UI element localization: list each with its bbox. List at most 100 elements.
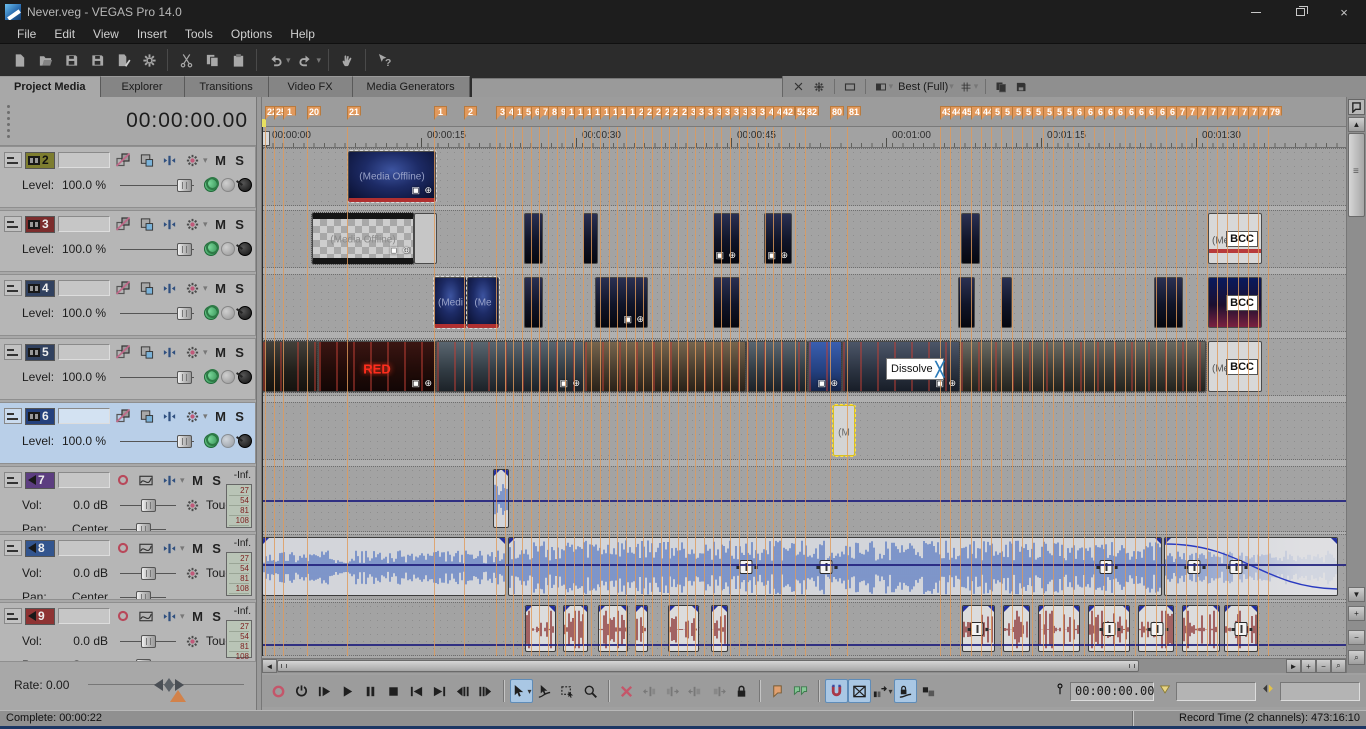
composite-mode-icon[interactable] <box>204 177 219 192</box>
tab-transitions[interactable]: Transitions <box>184 76 269 97</box>
track-number-badge[interactable]: 3 <box>25 215 55 233</box>
timeline-track-row-3[interactable]: (Media Offline) ▣ ⊕ ▣ ⊕ ▣ ⊕ (Med BCC <box>262 210 1346 268</box>
timeline-event[interactable]: RED ▣ ⊕ <box>317 340 437 393</box>
gain-handle[interactable] <box>736 559 753 574</box>
track-header-6[interactable]: 6 ▾ M S Level: 100.0 % <box>0 402 256 464</box>
trim-end-button[interactable] <box>661 679 684 703</box>
interactive-tutorials-button[interactable] <box>334 47 360 73</box>
mute-button[interactable]: M <box>213 344 229 360</box>
rate-slider[interactable] <box>88 678 244 692</box>
track-header-2[interactable]: 2 ▾ M S Level: 100.0 % <box>0 146 256 208</box>
gain-handle[interactable] <box>1147 621 1164 636</box>
timeline-event[interactable] <box>959 340 1207 393</box>
save-project-as-button[interactable] <box>84 47 110 73</box>
timeline-event[interactable] <box>1003 605 1030 652</box>
cursor-time-display[interactable]: 00:00:00.00 <box>126 109 248 133</box>
menu-view[interactable]: View <box>84 25 128 43</box>
track-header-5[interactable]: 5 ▾ M S Level: 100.0 % <box>0 338 256 400</box>
timeline-track-row-9[interactable] <box>262 602 1346 656</box>
track-envelope-button[interactable] <box>136 607 156 625</box>
timeline-event[interactable] <box>958 277 975 328</box>
minimize-button[interactable] <box>1234 0 1278 24</box>
slip-trim-left-button[interactable] <box>684 679 707 703</box>
level-slider-thumb[interactable] <box>177 178 192 192</box>
vol-slider-thumb[interactable] <box>141 498 156 512</box>
solo-button[interactable]: S <box>209 472 225 488</box>
track-header-3[interactable]: 3 ▾ M S Level: 100.0 % <box>0 210 256 272</box>
automation-settings-button[interactable] <box>182 564 202 582</box>
bypass-fx-icon[interactable] <box>238 306 252 320</box>
mute-button[interactable]: M <box>190 608 206 624</box>
bypass-fx-icon[interactable] <box>238 242 252 256</box>
timeline-event[interactable] <box>262 537 506 596</box>
envelope-edit-tool-button[interactable] <box>533 679 556 703</box>
automation-settings-button[interactable] <box>182 215 202 233</box>
automation-dropdown[interactable]: ▾ <box>203 155 208 166</box>
zoom-in-track-button[interactable]: + <box>1348 606 1365 621</box>
grid-overlay-button[interactable] <box>956 78 976 96</box>
timeline-event[interactable]: ▣ ⊕ <box>595 277 648 328</box>
blur-bypass-button[interactable] <box>113 151 133 169</box>
arm-for-record-button[interactable] <box>113 539 133 557</box>
timeline-event[interactable]: ▣ ⊕ <box>713 213 740 264</box>
track-name-field[interactable] <box>58 216 110 232</box>
redo-button[interactable] <box>293 47 319 73</box>
pan-slider-thumb[interactable] <box>136 522 151 531</box>
timeline-event[interactable] <box>563 605 588 652</box>
auto-ripple-dropdown[interactable]: ▾ <box>888 687 892 696</box>
pan-dropdown[interactable]: ▾ <box>180 475 185 486</box>
bypass-fx-icon[interactable] <box>238 178 252 192</box>
gain-handle[interactable] <box>1099 621 1116 636</box>
gain-handle[interactable] <box>816 559 833 574</box>
tab-media-generators[interactable]: Media Generators <box>352 76 470 97</box>
parent-composite-icon[interactable] <box>221 434 235 448</box>
timeline-event[interactable] <box>598 605 628 652</box>
cursor-top-marker[interactable] <box>262 119 266 127</box>
stop-button[interactable] <box>382 679 405 703</box>
timeline-event[interactable]: BCC <box>1208 277 1262 328</box>
vertical-scrollbar[interactable]: ▲ ▼ + − ⌕ <box>1346 97 1366 673</box>
composite-mode-button[interactable] <box>136 279 156 297</box>
vol-slider-thumb[interactable] <box>141 634 156 648</box>
timeline-event[interactable] <box>583 213 598 264</box>
event-pan-crop-fx-icons[interactable]: ▣ ⊕ <box>623 314 645 325</box>
split-delete-button[interactable] <box>615 679 638 703</box>
pan-slider-thumb[interactable] <box>136 590 151 599</box>
arm-for-record-button[interactable] <box>113 471 133 489</box>
copy-snapshot-button[interactable] <box>991 78 1011 96</box>
level-slider[interactable] <box>120 242 194 256</box>
marker-bar[interactable]: 22 25 1 20 21 1 2 3 4 1 5 6 7 8 9 1 1 1 1 1 1 1 1 2 2 2 2 2 2 3 3 3 3 3 3 3… <box>262 97 1346 127</box>
timeline-marker[interactable]: 42 <box>781 106 796 120</box>
track-motion-button[interactable] <box>159 215 179 233</box>
minimize-track-button[interactable] <box>4 152 22 168</box>
track-number-badge[interactable]: 5 <box>25 343 55 361</box>
track-name-field[interactable] <box>58 280 110 296</box>
insert-marker-button[interactable] <box>766 679 789 703</box>
pan-slider[interactable] <box>120 658 166 661</box>
timeline-event[interactable]: ▣ ⊕ <box>435 340 585 393</box>
timeline-marker[interactable]: 1 <box>434 106 447 120</box>
zoom-in-time-button[interactable]: + <box>1301 659 1316 673</box>
timeline-event[interactable]: ▣ ⊕ <box>764 213 792 264</box>
zoom-tool-button[interactable]: ⌕ <box>1331 659 1346 673</box>
timeline-event[interactable] <box>1154 277 1183 328</box>
timeline-marker[interactable]: 79 <box>1268 106 1283 120</box>
automation-dropdown[interactable]: ▾ <box>203 347 208 358</box>
composite-mode-icon[interactable] <box>204 241 219 256</box>
level-slider[interactable] <box>120 434 194 448</box>
automation-settings-button[interactable] <box>182 151 202 169</box>
zoom-out-track-button[interactable]: − <box>1348 630 1365 645</box>
track-number-badge[interactable]: 8 <box>25 539 55 557</box>
automation-dropdown[interactable]: ▾ <box>203 219 208 230</box>
gain-handle[interactable] <box>1096 559 1113 574</box>
parent-composite-icon[interactable] <box>221 178 235 192</box>
track-pan-button[interactable] <box>159 607 179 625</box>
automation-settings-button[interactable] <box>182 343 202 361</box>
menu-insert[interactable]: Insert <box>128 25 176 43</box>
timeline-event[interactable] <box>1182 605 1220 652</box>
panel-grip[interactable] <box>7 105 10 138</box>
timeline-event[interactable] <box>961 213 980 264</box>
pan-dropdown[interactable]: ▾ <box>180 543 185 554</box>
project-properties-button[interactable] <box>136 47 162 73</box>
level-slider[interactable] <box>120 370 194 384</box>
